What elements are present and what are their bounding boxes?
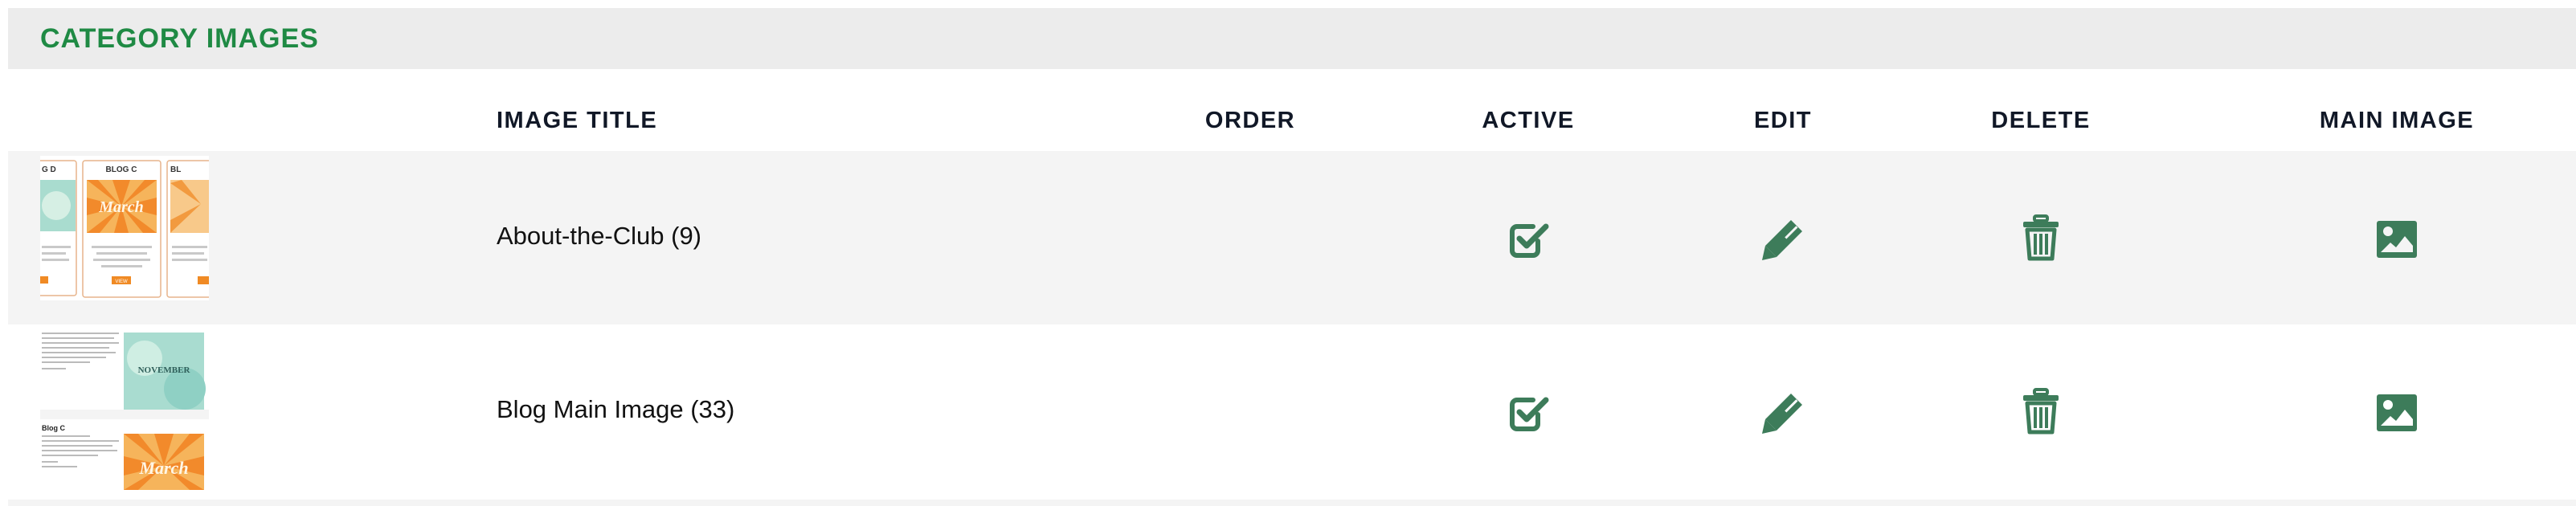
active-toggle-button[interactable] <box>1504 215 1552 263</box>
section-header: CATEGORY IMAGES <box>8 8 2576 69</box>
svg-text:G D: G D <box>42 165 56 174</box>
image-icon <box>2377 394 2417 431</box>
checkbox-checked-icon <box>1510 397 1549 431</box>
column-header-image-title: IMAGE TITLE <box>497 108 658 133</box>
active-toggle-button[interactable] <box>1504 389 1552 437</box>
section-title: CATEGORY IMAGES <box>40 22 319 54</box>
edit-button[interactable] <box>1759 215 1807 263</box>
row-image-title: About-the-Club (9) <box>497 222 702 250</box>
thumbnail-blog-layout: NOVEMBER Blog C March <box>40 329 209 490</box>
delete-button[interactable] <box>2017 387 2065 435</box>
trash-icon <box>2023 388 2059 435</box>
pencil-icon <box>1762 220 1802 260</box>
table-row: NOVEMBER Blog C March Blog Main Image (3… <box>8 324 2576 498</box>
column-header-main-image: MAIN IMAGE <box>2319 108 2475 133</box>
image-icon <box>2377 221 2417 258</box>
row-thumbnail: NOVEMBER Blog C March <box>40 329 209 490</box>
svg-text:March: March <box>98 198 144 216</box>
svg-text:March: March <box>138 458 188 478</box>
column-header-active: ACTIVE <box>1482 108 1575 133</box>
next-row-edge <box>8 500 2576 506</box>
thumbnail-blog-cards: G D BLOG C March VIEW BL <box>40 156 209 316</box>
column-header-delete: DELETE <box>1991 108 2091 133</box>
checkbox-checked-icon <box>1510 223 1549 258</box>
set-main-image-button[interactable] <box>2373 215 2421 263</box>
edit-button[interactable] <box>1759 389 1807 437</box>
pencil-icon <box>1762 394 1802 434</box>
delete-button[interactable] <box>2017 214 2065 262</box>
column-header-order: ORDER <box>1204 108 1296 133</box>
set-main-image-button[interactable] <box>2373 389 2421 437</box>
trash-icon <box>2023 214 2059 261</box>
svg-text:BLOG C: BLOG C <box>106 165 137 174</box>
row-image-title: Blog Main Image (33) <box>497 395 735 423</box>
column-header-edit: EDIT <box>1753 108 1813 133</box>
svg-text:BL: BL <box>170 165 181 174</box>
svg-text:Blog C: Blog C <box>42 424 65 432</box>
table-row: G D BLOG C March VIEW BL About-the-Club … <box>8 151 2576 324</box>
svg-text:VIEW: VIEW <box>115 280 128 284</box>
row-thumbnail: G D BLOG C March VIEW BL <box>40 156 209 316</box>
svg-text:NOVEMBER: NOVEMBER <box>138 365 191 375</box>
